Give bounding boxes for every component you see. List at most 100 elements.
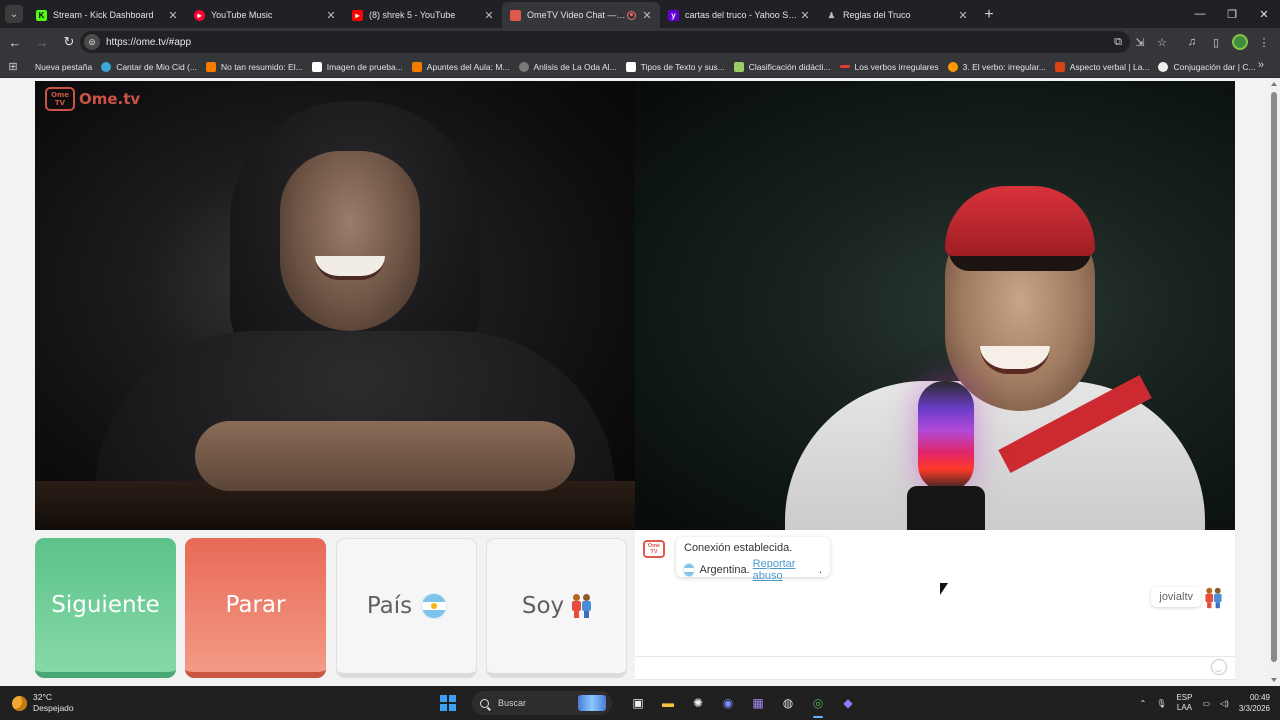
tab-youtube-music[interactable]: ▸ YouTube Music ✕	[186, 2, 344, 28]
bookmark-item[interactable]: No tan resumido: El...	[205, 61, 303, 72]
stop-button[interactable]: Parar	[185, 538, 326, 678]
scroll-down-icon[interactable]	[1271, 678, 1277, 682]
remote-video: Ome TV Ome.tv	[35, 81, 635, 530]
site-info-icon[interactable]: ⊜	[84, 34, 100, 50]
bookmark-item[interactable]: Imagen de prueba...	[311, 61, 403, 72]
bookmark-item[interactable]: Conjugación dar | C...	[1158, 61, 1256, 72]
network-icon[interactable]: ▭	[1202, 699, 1210, 708]
scroll-up-icon[interactable]	[1271, 82, 1277, 86]
profile-avatar[interactable]	[1232, 34, 1248, 50]
close-icon[interactable]: ✕	[324, 8, 338, 22]
emoji-icon[interactable]	[1211, 659, 1227, 675]
close-icon[interactable]: ✕	[956, 8, 970, 22]
search-highlight-icon	[578, 695, 606, 711]
couple-icon	[572, 594, 592, 618]
bookmark-item[interactable]: Clasificación didácti...	[733, 61, 831, 72]
blogger-icon	[411, 61, 422, 72]
tab-title: YouTube Music	[211, 10, 273, 20]
chevron-up-icon[interactable]: ⌃	[1140, 699, 1147, 708]
clock[interactable]: 00:49 3/3/2026	[1239, 692, 1270, 714]
close-window-icon[interactable]: ✕	[1248, 0, 1280, 28]
scroll-thumb[interactable]	[1271, 92, 1277, 662]
volume-icon[interactable]: ◁)	[1220, 699, 1229, 708]
back-arrow-icon[interactable]: ←	[3, 30, 27, 54]
search-icon	[480, 698, 489, 708]
bookmark-label: Nueva pestaña	[35, 61, 93, 72]
close-icon[interactable]: ✕	[482, 8, 496, 22]
language-indicator[interactable]: ESP LAA	[1176, 693, 1192, 713]
bookmark-item[interactable]: Los verbos irregulares	[839, 62, 939, 72]
bookmark-item[interactable]: Nueva pestaña	[35, 62, 92, 72]
bookmark-label: Apuntes del Aula: M...	[426, 61, 510, 72]
translate-icon[interactable]: ⧉	[1110, 31, 1126, 53]
more-bookmarks-icon[interactable]: »	[1258, 59, 1264, 71]
bookmarks-bar: ⊞ Nueva pestaña Cantar de Mio Cid (... N…	[0, 56, 1280, 78]
country-button[interactable]: País	[336, 538, 477, 678]
system-tray: ⌃ 🎙 ESP LAA ▭ ◁) 00:49 3/3/2026	[1140, 686, 1270, 720]
gender-button[interactable]: Soy	[486, 538, 627, 678]
bookmark-item[interactable]: Cantar de Mio Cid (...	[101, 61, 197, 72]
bookmark-label: Cantar de Mio Cid (...	[116, 61, 197, 72]
forward-arrow-icon[interactable]: →	[30, 30, 54, 54]
report-abuse-link[interactable]: Reportar abuso	[753, 558, 819, 582]
microphone-icon[interactable]: 🎙	[1156, 699, 1166, 708]
install-app-icon[interactable]: ⇲	[1132, 31, 1148, 53]
chrome-icon[interactable]: ◎	[806, 691, 830, 718]
tab-reglas[interactable]: ♟ Reglas del Truco ✕	[818, 2, 976, 28]
task-view-icon[interactable]: ▣	[626, 691, 650, 715]
page-scrollbar[interactable]	[1268, 78, 1280, 686]
tab-strip: ⌄ K Stream - Kick Dashboard ✕ ▸ YouTube …	[0, 0, 1280, 28]
bookmark-item[interactable]: Aspecto verbal | La...	[1054, 61, 1150, 72]
obs-icon[interactable]: ◍	[776, 691, 800, 715]
url-text[interactable]: https://ome.tv/#app	[106, 37, 191, 48]
menu-kebab-icon[interactable]: ⋮	[1256, 31, 1272, 53]
tab-kick[interactable]: K Stream - Kick Dashboard ✕	[28, 2, 186, 28]
address-bar[interactable]: ⊜ https://ome.tv/#app	[80, 31, 1130, 53]
argentina-flag-icon	[684, 564, 695, 576]
tab-yahoo[interactable]: y cartas del truco - Yahoo Search ✕	[660, 2, 818, 28]
page-icon: ♟	[827, 10, 836, 20]
clipchamp-icon[interactable]: ▦	[746, 691, 770, 715]
username-tag: jovialtv	[1151, 587, 1201, 607]
tab-ometv[interactable]: OmeTV Video Chat — Ome ✕	[502, 2, 660, 28]
ometv-icon	[510, 9, 521, 21]
windows-start-icon[interactable]	[440, 695, 456, 711]
taskbar-search[interactable]: Buscar	[472, 691, 612, 715]
file-explorer-icon[interactable]: ▬	[656, 691, 680, 715]
minimize-icon[interactable]: —	[1184, 0, 1216, 28]
couple-icon	[1205, 587, 1222, 609]
bookmark-item[interactable]: Anlisis de La Oda Al...	[518, 61, 617, 72]
document-icon	[625, 61, 636, 72]
new-tab-button[interactable]: +	[976, 2, 1002, 28]
bookmark-item[interactable]: Apuntes del Aula: M...	[411, 61, 510, 72]
star-icon[interactable]: ☆	[1154, 31, 1170, 53]
tab-search-button[interactable]: ⌄	[0, 0, 28, 28]
close-icon[interactable]: ✕	[798, 8, 812, 22]
ometv-logo-text: Ome.tv	[79, 90, 141, 108]
maximize-icon[interactable]: ❐	[1216, 0, 1248, 28]
bookmark-label: Tipos de Texto y sus...	[640, 61, 725, 72]
search-placeholder: Buscar	[498, 698, 527, 708]
weather-widget[interactable]: 32°C Despejado	[12, 692, 74, 714]
chat-input[interactable]	[635, 656, 1235, 680]
discord-icon[interactable]: ◉	[716, 691, 740, 715]
lang-top: ESP	[1176, 693, 1193, 702]
media-control-icon[interactable]: ♫	[1184, 31, 1200, 53]
twitch-icon[interactable]: ◆	[836, 691, 860, 715]
close-icon[interactable]: ✕	[640, 8, 654, 22]
tab-youtube[interactable]: ▸ (8) shrek 5 - YouTube ✕	[344, 2, 502, 28]
sidebar-icon[interactable]: ▯	[1208, 31, 1224, 53]
blogger-icon	[205, 61, 216, 72]
moon-icon	[12, 695, 27, 711]
apps-grid-icon[interactable]: ⊞	[0, 60, 26, 73]
kick-icon: K	[36, 9, 47, 21]
reload-icon[interactable]: ↻	[57, 30, 81, 54]
bookmark-item[interactable]: Tipos de Texto y sus...	[625, 61, 725, 72]
bookmark-label: Aspecto verbal | La...	[1069, 61, 1150, 72]
next-button[interactable]: Siguiente	[35, 538, 176, 678]
microphone-stand-shape	[907, 486, 985, 530]
bookmark-item[interactable]: 3. El verbo: irregular...	[947, 61, 1046, 72]
close-icon[interactable]: ✕	[166, 8, 180, 22]
weather-temp: 32°C	[33, 692, 52, 702]
chatgpt-icon[interactable]: ✺	[686, 691, 710, 715]
